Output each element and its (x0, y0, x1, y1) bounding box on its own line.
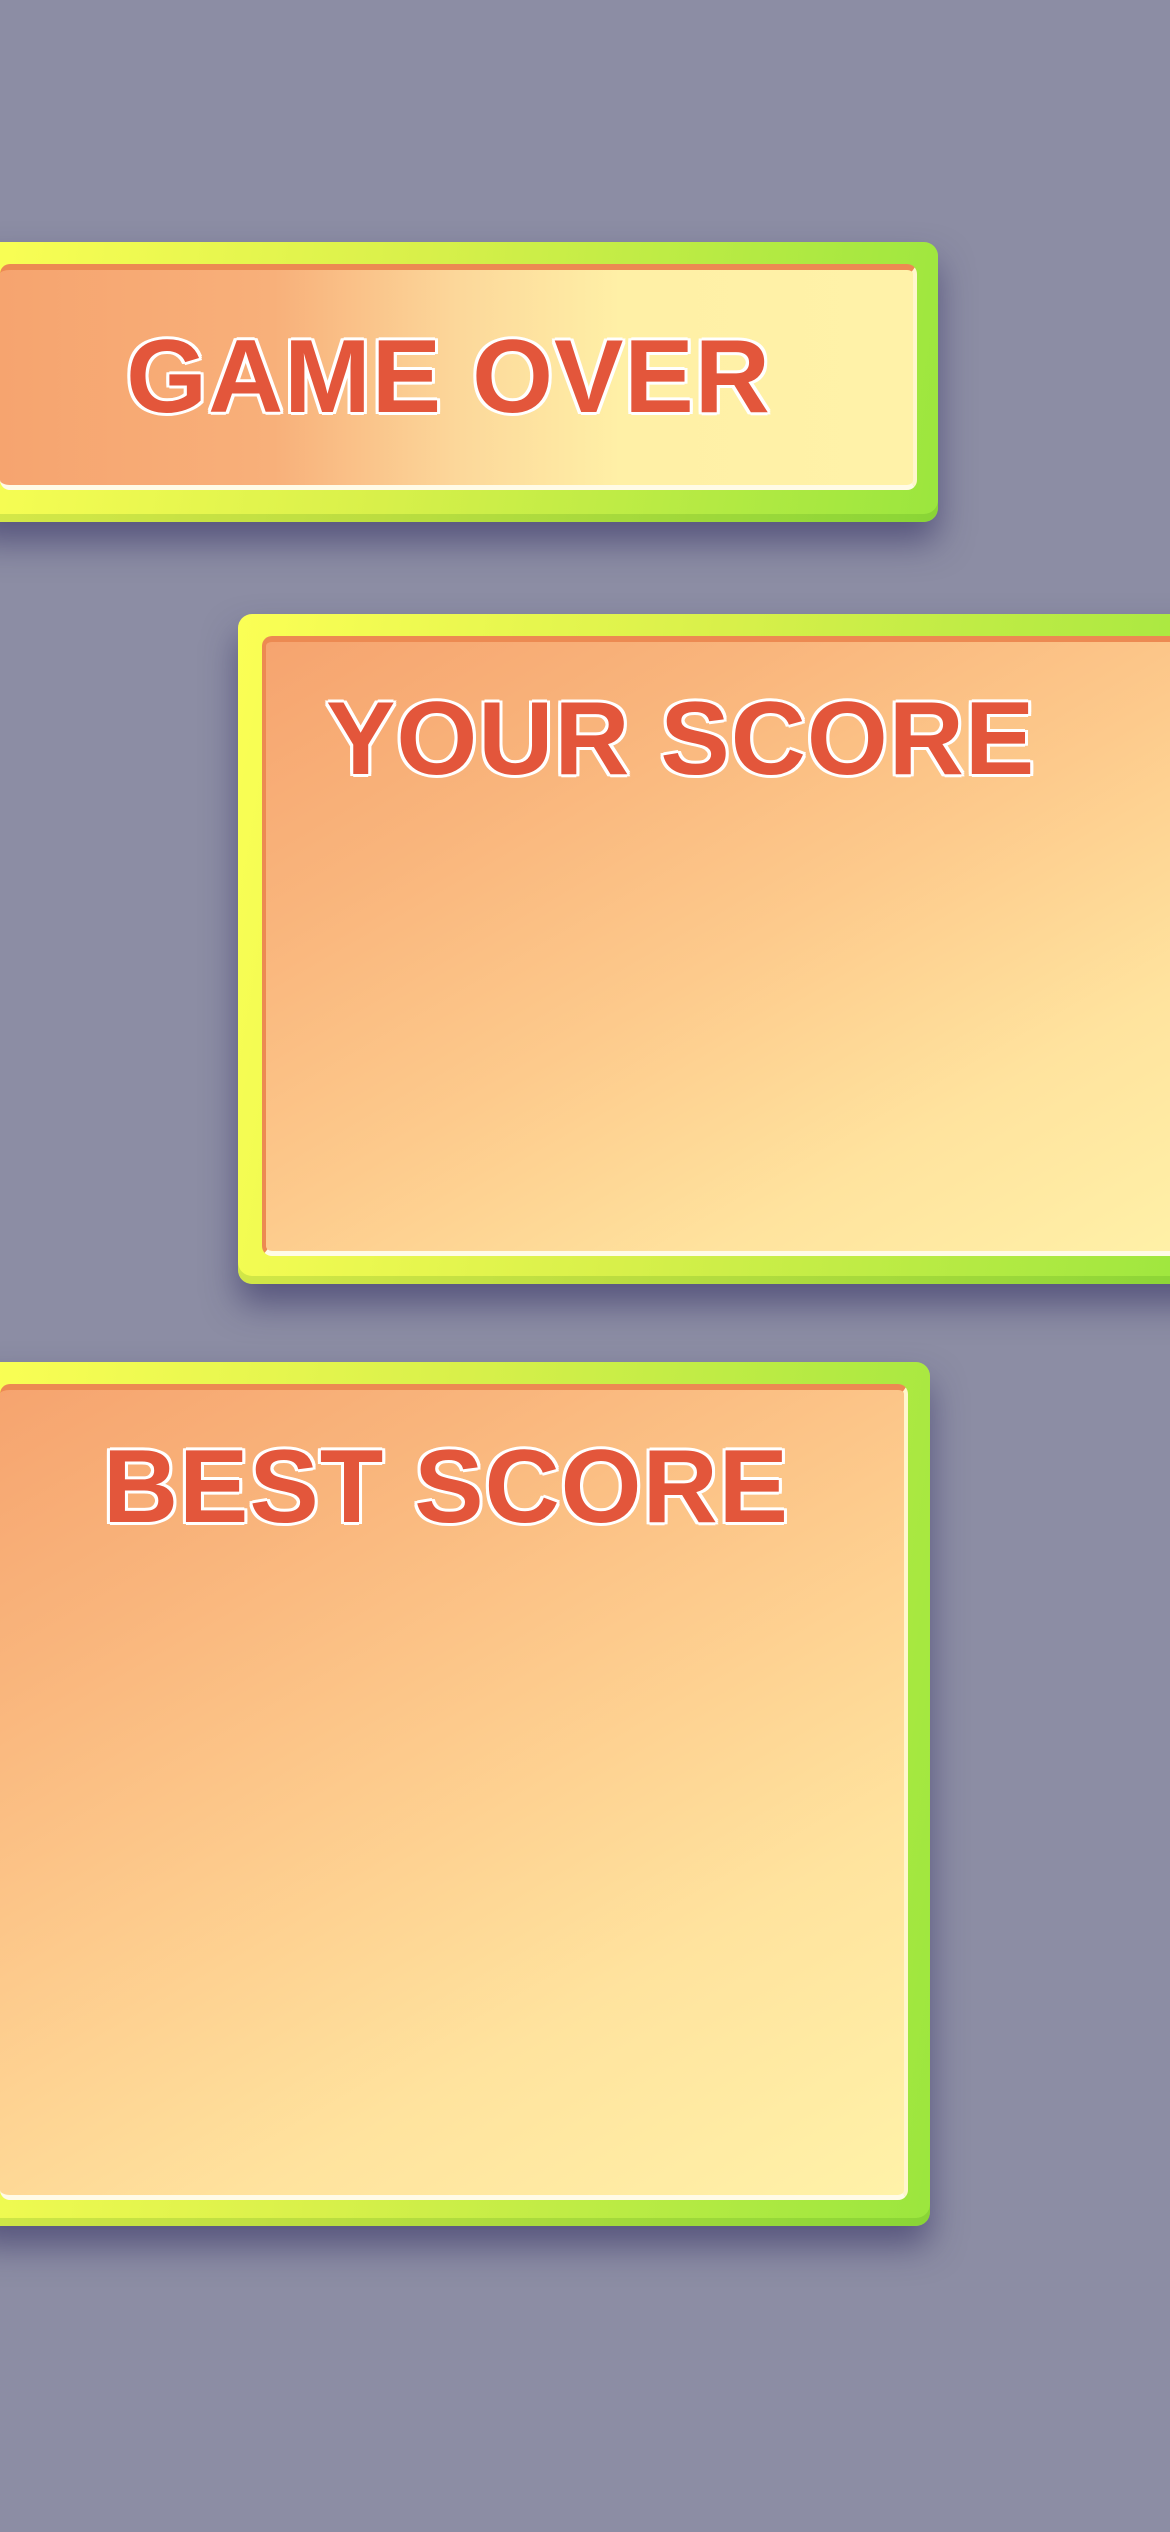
game-over-banner-face: GAME OVER (0, 264, 917, 490)
best-score-title: BEST SCORE (102, 1429, 790, 1545)
your-score-panel: YOUR SCORE (238, 614, 1170, 1284)
best-score-panel-face: BEST SCORE (0, 1384, 908, 2200)
game-over-title: GAME OVER (126, 319, 771, 435)
your-score-title: YOUR SCORE (326, 681, 1036, 797)
best-score-panel: BEST SCORE (0, 1362, 930, 2226)
your-score-panel-face: YOUR SCORE (262, 636, 1170, 1256)
game-over-banner: GAME OVER (0, 242, 938, 522)
